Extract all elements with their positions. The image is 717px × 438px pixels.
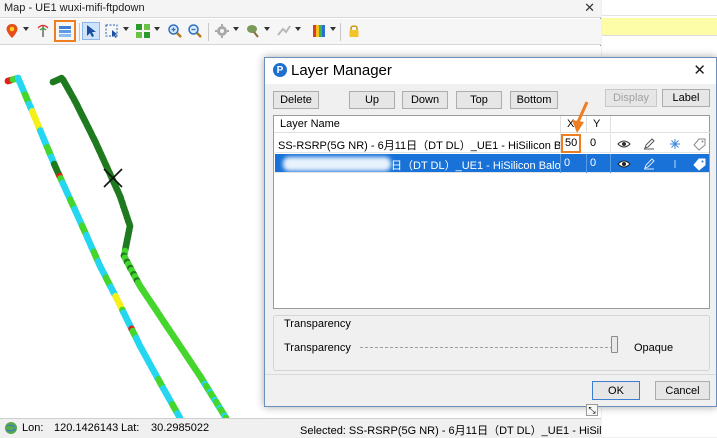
- layer-y-value[interactable]: 0: [587, 154, 611, 173]
- cancel-button[interactable]: Cancel: [655, 381, 710, 400]
- dialog-divider: [265, 374, 716, 375]
- layer-name: 日（DT DL）_UE1 - HiSilicon Balo...: [275, 154, 561, 173]
- map-pin-dropdown-icon[interactable]: [23, 27, 29, 31]
- layer-x-value[interactable]: 50: [561, 134, 581, 153]
- select-arrow-icon[interactable]: [82, 22, 100, 40]
- lat-value: 30.2985022: [151, 422, 210, 434]
- tag-icon[interactable]: [691, 136, 707, 152]
- app-logo-icon: P: [273, 63, 287, 77]
- right-panel-divider: [602, 35, 717, 36]
- right-panel-row: [602, 0, 717, 16]
- down-button[interactable]: Down: [402, 91, 448, 109]
- map-title: Map - UE1 wuxi-mifi-ftpdown: [4, 2, 145, 14]
- tag-icon[interactable]: [691, 156, 707, 172]
- up-button[interactable]: Up: [349, 91, 395, 109]
- dialog-titlebar: P Layer Manager ✕: [265, 58, 716, 84]
- paint-dropdown-icon[interactable]: [264, 27, 270, 31]
- column-header-icons: [611, 116, 711, 133]
- grid-icon[interactable]: [134, 22, 152, 40]
- site-icon[interactable]: [34, 22, 52, 40]
- delete-button[interactable]: Delete: [273, 91, 319, 109]
- layer-row[interactable]: SS-RSRP(5G NR) - 6月11日（DT DL）_UE1 - HiSi…: [275, 134, 709, 153]
- bottom-button[interactable]: Bottom: [510, 91, 558, 109]
- legend-dropdown-icon[interactable]: [330, 27, 336, 31]
- rect-select-icon[interactable]: [103, 22, 121, 40]
- annotation-arrow-icon: [572, 101, 589, 133]
- toolbar-separator: [208, 23, 209, 41]
- layer-manager-dialog: P Layer Manager ✕ Delete Up Down Top Bot…: [264, 57, 717, 407]
- status-bar: Lon: 120.1426143 Lat: 30.2985022 Selecte…: [0, 418, 622, 438]
- paint-icon[interactable]: [244, 22, 262, 40]
- gear-dropdown-icon[interactable]: [233, 27, 239, 31]
- lat-label: Lat:: [121, 422, 140, 434]
- grid-dropdown-icon[interactable]: [154, 27, 160, 31]
- transparency-label: Transparency: [284, 342, 351, 354]
- layer-row-selected[interactable]: 日（DT DL）_UE1 - HiSilicon Balo... 0 0: [275, 154, 709, 173]
- dialog-title: Layer Manager: [291, 62, 392, 79]
- right-panel-highlight-row: [602, 18, 717, 35]
- sparkle-icon[interactable]: [667, 156, 683, 172]
- opaque-label: Opaque: [634, 342, 674, 354]
- transparency-group: Transparency Transparency Opaque: [273, 315, 710, 371]
- toolbar-separator: [79, 23, 80, 41]
- eye-icon[interactable]: [616, 136, 632, 152]
- map-titlebar: Map - UE1 wuxi-mifi-ftpdown ✕: [0, 0, 601, 18]
- lock-icon[interactable]: [345, 22, 363, 40]
- selected-layer-text: Selected: SS-RSRP(5G NR) - 6月11日（DT DL）_…: [300, 425, 622, 437]
- display-button[interactable]: Display: [605, 89, 657, 107]
- toolbar-separator: [340, 23, 341, 41]
- eye-icon[interactable]: [616, 156, 632, 172]
- lon-value: 120.1426143: [54, 422, 119, 434]
- transparency-group-title: Transparency: [284, 318, 351, 330]
- rect-select-dropdown-icon[interactable]: [123, 27, 129, 31]
- map-toolbar: [0, 19, 601, 45]
- layer-x-value[interactable]: 0: [561, 154, 587, 173]
- transparency-slider-thumb[interactable]: [611, 336, 618, 353]
- lon-label: Lon:: [22, 422, 44, 434]
- map-close-icon[interactable]: ✕: [584, 0, 595, 16]
- route-dropdown-icon[interactable]: [295, 27, 301, 31]
- pencil-icon[interactable]: [641, 136, 657, 152]
- layer-y-value[interactable]: 0: [587, 134, 611, 153]
- sparkle-icon[interactable]: [667, 136, 683, 152]
- zoom-in-icon[interactable]: [166, 22, 184, 40]
- column-header-layer-name[interactable]: Layer Name: [274, 116, 561, 133]
- layer-name: SS-RSRP(5G NR) - 6月11日（DT DL）_UE1 - HiSi…: [275, 134, 561, 153]
- label-button[interactable]: Label: [662, 89, 710, 107]
- redacted-text: [283, 157, 391, 171]
- transparency-slider-track[interactable]: [360, 347, 618, 348]
- dialog-close-icon[interactable]: ✕: [693, 61, 706, 79]
- route-icon[interactable]: [275, 22, 293, 40]
- zoom-out-icon[interactable]: [186, 22, 204, 40]
- resize-grip-icon[interactable]: ⤡: [586, 404, 598, 416]
- map-pin-icon[interactable]: [3, 22, 21, 40]
- layer-manager-icon[interactable]: [54, 20, 76, 42]
- legend-icon[interactable]: [310, 22, 328, 40]
- pencil-icon[interactable]: [641, 156, 657, 172]
- globe-icon: [4, 421, 18, 438]
- gear-icon[interactable]: [213, 22, 231, 40]
- top-button[interactable]: Top: [456, 91, 502, 109]
- layer-list: Layer Name X Y SS-RSRP(5G NR) - 6月11日（DT…: [273, 115, 711, 309]
- ok-button[interactable]: OK: [592, 381, 640, 400]
